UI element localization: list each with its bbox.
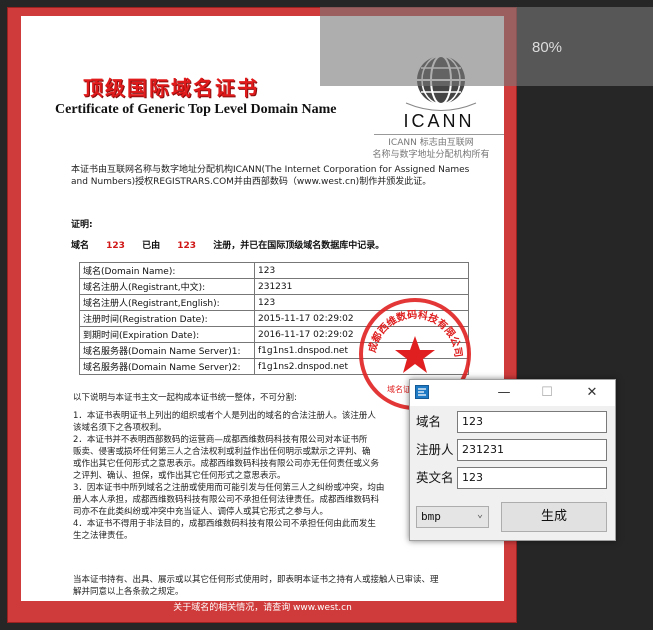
terms-intro: 以下说明与本证书主文一起构成本证书统一整体，不可分割: [73, 393, 297, 403]
certificate-bottom-bar: 关于域名的相关情况，请查询 www.west.cn [21, 601, 504, 616]
domain-field-label: 域名 [416, 414, 442, 429]
generate-button[interactable]: 生成 [501, 502, 607, 532]
claim-by-value: 123 [177, 241, 197, 251]
info-table-key: 域名服务器(Domain Name Server)2: [79, 358, 255, 375]
domain-input[interactable]: 123 [457, 411, 607, 433]
english-name-input[interactable]: 123 [457, 467, 607, 489]
certificate-footer-note: 当本证书持有、出具、展示或以其它任何形式使用时，即表明本证书之持有人或接触人已审… [73, 575, 439, 597]
icann-note: ICANN 标志由互联网 名称与数字地址分配机构所有 [361, 137, 501, 161]
zoom-overlay [320, 7, 653, 86]
terms-line: 1．本证书表明证书上列出的组织或者个人是列出的域名的合法注册人。该注册人 [73, 411, 376, 421]
claim-suffix: 注册，并已在国际顶级域名数据库中记录。 [213, 241, 385, 251]
registrant-input[interactable]: 231231 [457, 439, 607, 461]
terms-line: 册人本人承担，成都西维数码科技有限公司不承担任何法律责任。成都西维数码科 [73, 495, 380, 505]
certificate-generator-dialog: — ☐ ✕ 域名 123 注册人 231231 英文名 123 bmp ⌄ 生成 [409, 379, 616, 541]
terms-line: 2．本证书并不表明西部数码的运营商—成都西维数码科技有限公司对本证书所 [73, 435, 368, 445]
format-select[interactable]: bmp ⌄ [416, 506, 489, 528]
dialog-titlebar[interactable]: — ☐ ✕ [410, 380, 615, 406]
terms-line: 之评判、确认、担保，或作出其它任何形式之意思表示。 [73, 471, 286, 481]
certificate-title: 顶级国际域名证书 [83, 76, 259, 100]
minimize-button[interactable]: — [482, 380, 526, 406]
chevron-down-icon: ⌄ [476, 509, 483, 520]
info-table-value: 123 [254, 262, 469, 279]
terms-line: 生之法律责任。 [73, 531, 133, 541]
info-table-key: 注册时间(Registration Date): [79, 310, 255, 327]
close-button[interactable]: ✕ [570, 380, 614, 406]
proof-label: 证明: [71, 220, 93, 230]
terms-line: 或作出其它任何形式之意思表示。成都西维数码科技有限公司亦无任何责任或义务 [73, 459, 380, 469]
claim-row: 域名 123 已由 123 注册，并已在国际顶级域名数据库中记录。 [71, 238, 491, 251]
registrant-field-label: 注册人 [416, 442, 454, 457]
claim-by-label: 已由 [142, 241, 161, 251]
icann-note-line-1: ICANN 标志由互联网 [388, 138, 474, 148]
icann-divider [374, 134, 504, 135]
zoom-level-indicator: 80% [532, 39, 563, 56]
terms-line: 司亦不在此类纠纷或冲突中充当证人、调停人或其它形式之参与人。 [73, 507, 329, 517]
info-table-row: 域名(Domain Name): 123 [79, 262, 469, 279]
english-name-field-label: 英文名 [416, 470, 454, 485]
terms-line: 4．本证书不得用于非法目的，成都西维数码科技有限公司不承担任何由此而发生 [73, 519, 376, 529]
format-select-value: bmp [421, 510, 441, 523]
info-table-row: 域名注册人(Registrant,中文): 231231 [79, 278, 469, 295]
icann-wordmark: ICANN [403, 111, 475, 131]
claim-domain-label: 域名 [71, 241, 90, 251]
certificate-terms: 以下说明与本证书主文一起构成本证书统一整体，不可分割: 1．本证书表明证书上列出… [73, 392, 445, 572]
claim-domain-value: 123 [106, 241, 125, 251]
info-table-value: 231231 [254, 278, 469, 295]
maximize-button[interactable]: ☐ [525, 380, 569, 406]
terms-line: 贩卖、侵害或损坏任何第三人之合法权利或利益作出任何明示或默示之评判、确 [73, 447, 371, 457]
info-table-key: 域名注册人(Registrant,中文): [79, 278, 255, 295]
app-icon [415, 385, 429, 399]
info-table-key: 域名(Domain Name): [79, 262, 255, 279]
info-table-key: 域名服务器(Domain Name Server)1: [79, 342, 255, 359]
terms-line: 3．因本证书中所列域名之注册或使用而可能引发与任何第三人之纠纷或冲突，均由 [73, 483, 385, 493]
certificate-intro: 本证书由互联网名称与数字地址分配机构ICANN(The Internet Cor… [71, 165, 470, 187]
info-table-key: 到期时间(Expiration Date): [79, 326, 255, 343]
terms-line: 该域名须下之各项权利。 [73, 423, 167, 433]
icann-note-line-2: 名称与数字地址分配机构所有 [372, 150, 490, 160]
certificate-subtitle: Certificate of Generic Top Level Domain … [55, 102, 337, 117]
info-table-key: 域名注册人(Registrant,English): [79, 294, 255, 311]
